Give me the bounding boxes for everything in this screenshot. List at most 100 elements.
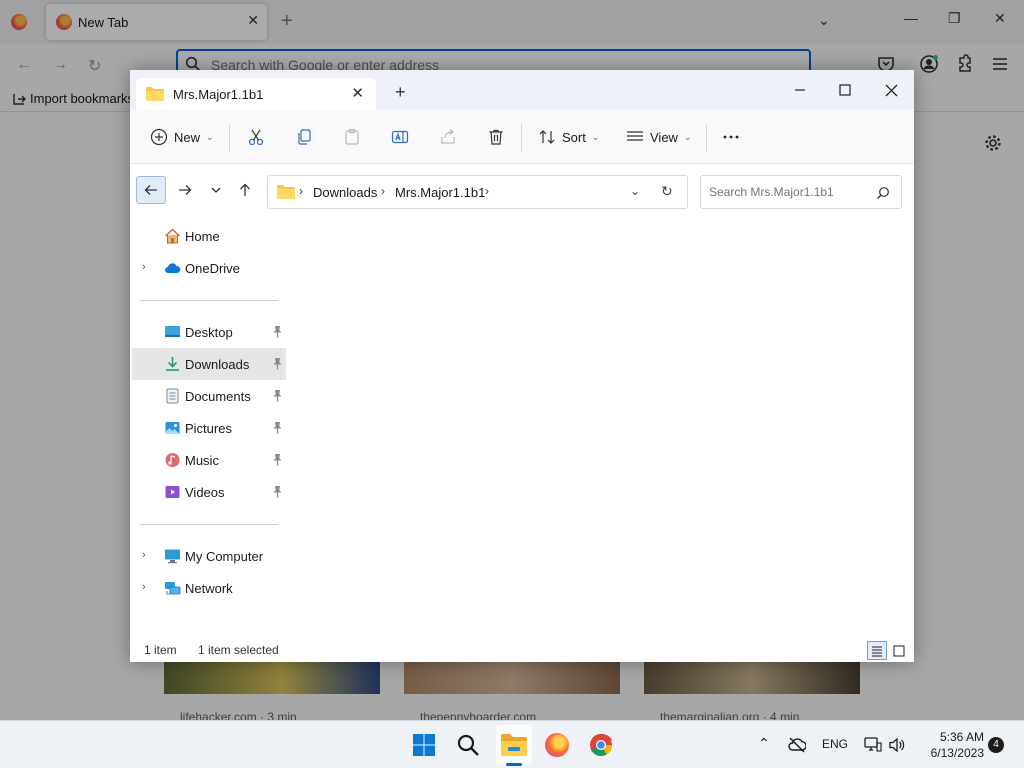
- cloud-offline-icon[interactable]: [788, 737, 806, 753]
- nav-item-label: Videos: [185, 485, 225, 500]
- breadcrumb-current-folder[interactable]: Mrs.Major1.1b1: [395, 185, 485, 200]
- pin-icon[interactable]: [272, 421, 283, 434]
- nav-item-desktop[interactable]: Desktop: [132, 316, 286, 348]
- forward-button[interactable]: [170, 176, 200, 204]
- pin-icon[interactable]: [272, 389, 283, 402]
- desktop-icon: [165, 326, 180, 337]
- nav-item-my-computer[interactable]: › My Computer: [132, 540, 286, 572]
- chrome-taskbar-button[interactable]: [587, 731, 615, 759]
- nav-item-music[interactable]: Music: [132, 444, 286, 476]
- more-options-button[interactable]: [722, 125, 740, 149]
- share-button[interactable]: [439, 125, 457, 149]
- view-button[interactable]: View ⌄: [626, 125, 692, 149]
- share-icon: [441, 129, 455, 144]
- taskbar: ⌃ ENG 5:36 AM 6/13/2023 4: [0, 720, 1024, 768]
- nav-item-documents[interactable]: Documents: [132, 380, 286, 412]
- sort-button-label: Sort: [562, 129, 586, 145]
- pin-icon[interactable]: [272, 453, 283, 466]
- chevron-up-icon[interactable]: ⌃: [758, 735, 770, 752]
- breadcrumb-separator-icon[interactable]: ›: [299, 184, 303, 198]
- clock[interactable]: 5:36 AM 6/13/2023: [914, 729, 984, 761]
- refresh-icon[interactable]: ↻: [661, 183, 673, 200]
- toolbar-divider: [229, 124, 230, 152]
- pin-icon[interactable]: [272, 325, 283, 338]
- tiles-view-button[interactable]: [889, 641, 909, 660]
- new-tab-button[interactable]: +: [395, 82, 406, 103]
- details-view-icon: [872, 646, 882, 656]
- breadcrumb-separator-icon[interactable]: ›: [485, 184, 489, 198]
- nav-item-network[interactable]: › Network: [132, 572, 286, 604]
- nav-item-label: Pictures: [185, 421, 232, 436]
- nav-item-videos[interactable]: Videos: [132, 476, 286, 508]
- arrow-left-icon: [144, 185, 157, 195]
- folder-icon: [277, 185, 295, 199]
- notification-badge[interactable]: 4: [988, 737, 1004, 753]
- plus-circle-icon: [150, 128, 168, 146]
- chevron-right-icon[interactable]: ›: [142, 549, 146, 561]
- windows-logo-icon: [413, 734, 435, 756]
- nav-item-home[interactable]: Home: [132, 220, 286, 252]
- search-input[interactable]: [709, 185, 869, 199]
- sort-button[interactable]: Sort ⌄: [538, 125, 599, 149]
- address-bar[interactable]: › Downloads › Mrs.Major1.1b1 › ⌄ ↻: [267, 175, 688, 209]
- back-button[interactable]: [136, 176, 166, 204]
- firefox-taskbar-button[interactable]: [543, 731, 571, 759]
- delete-button[interactable]: [487, 125, 505, 149]
- copy-button[interactable]: [295, 125, 313, 149]
- clock-time: 5:36 AM: [939, 730, 984, 744]
- chevron-right-icon[interactable]: ›: [142, 581, 146, 593]
- nav-item-label: My Computer: [185, 549, 264, 564]
- address-row: › Downloads › Mrs.Major1.1b1 › ⌄ ↻: [130, 164, 914, 220]
- search-icon: [457, 734, 479, 756]
- download-icon: [166, 357, 179, 371]
- ellipsis-icon: [723, 135, 739, 139]
- details-view-button[interactable]: [867, 641, 887, 660]
- item-count: 1 item: [144, 643, 177, 657]
- rename-button[interactable]: [391, 125, 409, 149]
- breadcrumb-separator-icon[interactable]: ›: [381, 184, 385, 198]
- copy-icon: [298, 129, 311, 145]
- new-button-label: New: [174, 129, 201, 145]
- pin-icon[interactable]: [272, 357, 283, 370]
- toolbar-divider: [706, 124, 707, 152]
- recent-locations-button[interactable]: [201, 176, 231, 204]
- chevron-down-icon: ⌄: [591, 131, 600, 142]
- search-button[interactable]: [454, 731, 482, 759]
- explorer-tab-title: Mrs.Major1.1b1: [173, 87, 264, 102]
- nav-item-label: Desktop: [185, 325, 233, 340]
- chevron-down-icon[interactable]: ⌄: [630, 184, 640, 198]
- start-button[interactable]: [410, 731, 438, 759]
- nav-item-downloads[interactable]: Downloads: [132, 348, 286, 380]
- nav-item-onedrive[interactable]: › OneDrive: [132, 252, 286, 284]
- network-status-icon[interactable]: [864, 737, 882, 753]
- minimize-button[interactable]: [780, 76, 820, 104]
- chevron-right-icon[interactable]: ›: [142, 261, 146, 273]
- pin-icon[interactable]: [272, 485, 283, 498]
- video-icon: [165, 486, 180, 498]
- language-indicator[interactable]: ENG: [822, 737, 848, 751]
- breadcrumb-downloads[interactable]: Downloads: [313, 185, 377, 200]
- search-box[interactable]: [700, 175, 902, 209]
- view-button-label: View: [650, 129, 678, 145]
- volume-icon[interactable]: [888, 737, 906, 753]
- search-icon: [877, 187, 889, 199]
- close-icon[interactable]: ✕: [351, 84, 364, 102]
- chevron-down-icon: ⌄: [206, 131, 214, 142]
- nav-item-pictures[interactable]: Pictures: [132, 412, 286, 444]
- chevron-down-icon: [211, 187, 221, 193]
- file-explorer-taskbar-button[interactable]: [500, 731, 528, 759]
- firefox-icon: [545, 733, 569, 757]
- cloud-icon: [165, 263, 181, 273]
- cut-button[interactable]: [247, 125, 265, 149]
- nav-item-label: Music: [185, 453, 219, 468]
- new-button[interactable]: New ⌄: [150, 125, 214, 149]
- explorer-tab[interactable]: Mrs.Major1.1b1 ✕: [136, 78, 376, 110]
- explorer-title-bar[interactable]: Mrs.Major1.1b1 ✕ +: [130, 70, 914, 110]
- maximize-icon: [839, 84, 851, 96]
- navigation-pane: Home › OneDrive Desktop Downloads Docume…: [130, 220, 286, 630]
- home-icon: [164, 228, 181, 244]
- close-window-button[interactable]: [871, 76, 911, 104]
- up-button[interactable]: [230, 176, 260, 204]
- maximize-button[interactable]: [825, 76, 865, 104]
- paste-button[interactable]: [343, 125, 361, 149]
